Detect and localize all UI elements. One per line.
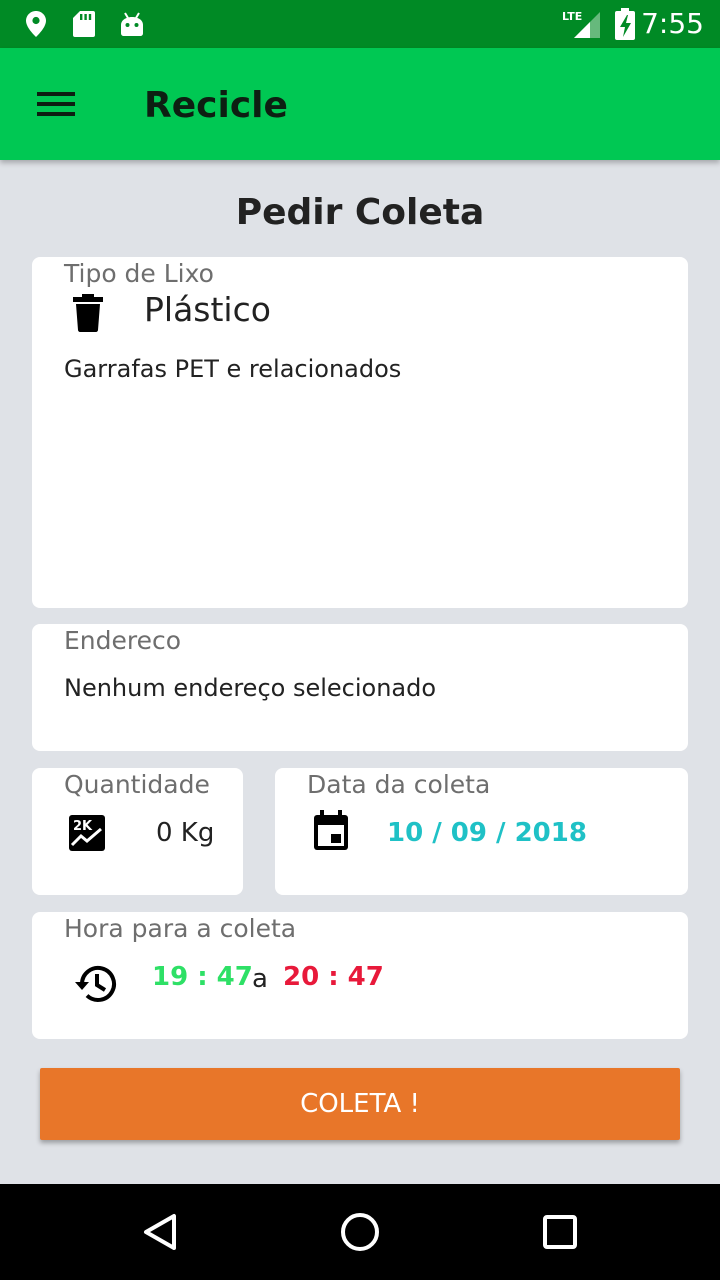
- android-icon: [119, 0, 145, 48]
- app-title: Recicle: [144, 85, 288, 126]
- waste-type-value: Plástico: [144, 290, 271, 329]
- waste-type-card[interactable]: Tipo de Lixo Plástico Garrafas PET e rel…: [32, 257, 688, 608]
- collection-time-label: Hora para a coleta: [64, 914, 297, 943]
- weight-chart-icon: 2K: [68, 814, 106, 852]
- trash-icon: [68, 291, 108, 335]
- quantity-label: Quantidade: [64, 770, 210, 799]
- recents-button[interactable]: [532, 1204, 588, 1260]
- app-bar: Recicle: [0, 48, 720, 160]
- collection-date-card[interactable]: Data da coleta 10 / 09 / 2018: [275, 768, 688, 895]
- quantity-value: 0 Kg: [156, 818, 215, 848]
- location-icon: [24, 0, 48, 48]
- back-button[interactable]: [132, 1204, 188, 1260]
- collection-date-value[interactable]: 10 / 09 / 2018: [387, 818, 587, 848]
- collection-time-card[interactable]: Hora para a coleta 19 : 47 a 20 : 47: [32, 912, 688, 1039]
- page-title: Pedir Coleta: [235, 192, 485, 233]
- quantity-card[interactable]: Quantidade 2K 0 Kg: [32, 768, 243, 895]
- battery-charging-icon: [614, 0, 636, 48]
- end-time-value[interactable]: 20 : 47: [283, 962, 384, 992]
- coleta-button[interactable]: COLETA !: [40, 1068, 680, 1140]
- address-card[interactable]: Endereco Nenhum endereço selecionado: [32, 624, 688, 751]
- navigation-bar: [0, 1184, 720, 1280]
- status-bar: LTE 7:55: [0, 0, 720, 48]
- waste-type-label: Tipo de Lixo: [64, 259, 214, 288]
- hamburger-menu-icon: [37, 92, 75, 116]
- recents-square-icon: [543, 1215, 577, 1249]
- menu-button[interactable]: [22, 76, 90, 132]
- address-label: Endereco: [64, 626, 182, 655]
- lte-signal-icon: LTE: [562, 0, 602, 48]
- time-separator: a: [252, 964, 268, 994]
- start-time-value[interactable]: 19 : 47: [152, 962, 253, 992]
- calendar-icon: [311, 810, 351, 852]
- waste-type-description: Garrafas PET e relacionados: [64, 355, 402, 383]
- svg-text:2K: 2K: [73, 819, 93, 834]
- collection-date-label: Data da coleta: [307, 770, 491, 799]
- history-icon: [74, 962, 118, 1006]
- back-triangle-icon: [144, 1214, 176, 1250]
- lte-label: LTE: [562, 10, 582, 23]
- home-button[interactable]: [332, 1204, 388, 1260]
- home-circle-icon: [341, 1213, 379, 1251]
- clock: 7:55: [641, 7, 704, 40]
- sd-card-icon: [72, 0, 96, 48]
- address-value: Nenhum endereço selecionado: [64, 674, 437, 702]
